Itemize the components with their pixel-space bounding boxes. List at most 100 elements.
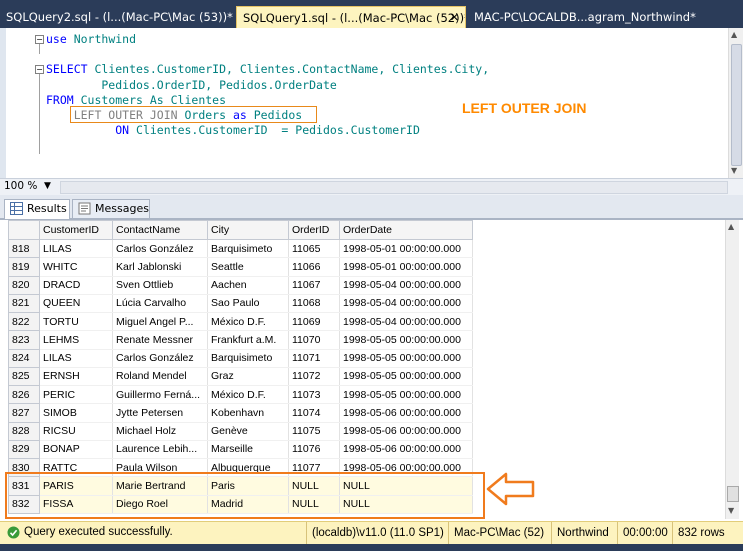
- customer-id-cell[interactable]: BONAP: [39, 440, 113, 460]
- contact-name-cell[interactable]: Karl Jablonski: [112, 257, 208, 277]
- row-number[interactable]: 827: [8, 403, 40, 423]
- customer-id-cell[interactable]: PERIC: [39, 385, 113, 405]
- tab-sqlquery2[interactable]: SQLQuery2.sql - (l...(Mac-PC\Mac (53))*: [0, 6, 234, 28]
- city-cell[interactable]: Barquisimeto: [207, 349, 289, 368]
- order-date-cell[interactable]: 1998-05-04 00:00:00.000: [339, 312, 473, 332]
- editor-horizontal-scrollbar[interactable]: [60, 181, 728, 194]
- table-row[interactable]: 825 ERNSH Roland Mendel Graz 11072 1998-05-05…: [8, 366, 473, 387]
- table-row[interactable]: 823 LEHMS Renate Messner Frankfurt a.M. 1107…: [8, 330, 473, 350]
- table-row[interactable]: 822 TORTU Miguel Angel P... México D.F. 1106…: [8, 311, 473, 332]
- order-date-cell[interactable]: 1998-05-05 00:00:00.000: [339, 385, 473, 405]
- zoom-select[interactable]: 100 % ▼: [4, 180, 58, 193]
- scroll-down-icon[interactable]: ▼: [728, 506, 734, 515]
- close-icon[interactable]: ✕: [450, 7, 459, 28]
- row-number[interactable]: 822: [8, 311, 40, 332]
- city-cell[interactable]: México D.F.: [207, 312, 289, 332]
- order-id-cell[interactable]: 11065: [288, 239, 340, 259]
- row-number[interactable]: 820: [8, 275, 40, 295]
- row-number[interactable]: 826: [8, 384, 40, 405]
- query-editor[interactable]: − − use Northwind SELECT Clientes.Custom…: [0, 28, 743, 178]
- collapse-icon[interactable]: −: [35, 35, 44, 44]
- order-id-cell[interactable]: 11074: [288, 403, 340, 423]
- chevron-down-icon[interactable]: ▼: [44, 180, 51, 193]
- customer-id-cell[interactable]: QUEEN: [39, 294, 113, 314]
- customer-id-cell[interactable]: LEHMS: [39, 330, 113, 350]
- customer-id-cell[interactable]: LILAS: [39, 349, 113, 368]
- order-id-cell[interactable]: 11066: [288, 257, 340, 277]
- city-cell[interactable]: Barquisimeto: [207, 239, 289, 259]
- order-id-cell[interactable]: 11069: [288, 312, 340, 332]
- customer-id-cell[interactable]: LILAS: [39, 239, 113, 259]
- column-header[interactable]: OrderDate: [339, 220, 473, 240]
- column-header[interactable]: OrderID: [288, 220, 340, 240]
- scroll-up-icon[interactable]: ▲: [731, 30, 737, 39]
- row-number[interactable]: 824: [8, 348, 40, 368]
- tab-sqlquery1[interactable]: SQLQuery1.sql - (l...(Mac-PC\Mac (52))* …: [236, 6, 466, 28]
- city-cell[interactable]: Frankfurt a.M.: [207, 330, 289, 350]
- editor-vertical-scrollbar[interactable]: ▲ ▼: [728, 28, 743, 178]
- column-header[interactable]: CustomerID: [39, 220, 113, 240]
- order-date-cell[interactable]: 1998-05-05 00:00:00.000: [339, 367, 473, 387]
- column-header[interactable]: ContactName: [112, 220, 208, 240]
- order-id-cell[interactable]: 11071: [288, 349, 340, 368]
- city-cell[interactable]: Aachen: [207, 276, 289, 295]
- order-id-cell[interactable]: 11067: [288, 276, 340, 295]
- grid-scroll-thumb[interactable]: [727, 486, 739, 502]
- row-number[interactable]: 818: [8, 238, 40, 259]
- order-id-cell[interactable]: 11075: [288, 422, 340, 441]
- order-date-cell[interactable]: 1998-05-01 00:00:00.000: [339, 239, 473, 259]
- customer-id-cell[interactable]: DRACD: [39, 276, 113, 295]
- table-row[interactable]: 820 DRACD Sven Ottlieb Aachen 11067 1998-05-0…: [8, 275, 473, 295]
- customer-id-cell[interactable]: RICSU: [39, 422, 113, 441]
- tab-results[interactable]: Results: [4, 199, 70, 219]
- order-id-cell[interactable]: 11073: [288, 385, 340, 405]
- city-cell[interactable]: Seattle: [207, 257, 289, 277]
- contact-name-cell[interactable]: Renate Messner: [112, 330, 208, 350]
- customer-id-cell[interactable]: ERNSH: [39, 367, 113, 387]
- city-cell[interactable]: Graz: [207, 367, 289, 387]
- row-number[interactable]: 819: [8, 257, 40, 277]
- order-date-cell[interactable]: 1998-05-04 00:00:00.000: [339, 276, 473, 295]
- column-header[interactable]: City: [207, 220, 289, 240]
- order-id-cell[interactable]: 11076: [288, 440, 340, 460]
- scroll-down-icon[interactable]: ▼: [731, 166, 737, 175]
- editor-scroll-thumb[interactable]: [731, 44, 742, 166]
- contact-name-cell[interactable]: Sven Ottlieb: [112, 276, 208, 295]
- city-cell[interactable]: Sao Paulo: [207, 294, 289, 314]
- order-date-cell[interactable]: 1998-05-06 00:00:00.000: [339, 422, 473, 441]
- row-number[interactable]: 825: [8, 366, 40, 387]
- table-row[interactable]: 829 BONAP Laurence Lebih... Marseille 11076 1…: [8, 439, 473, 460]
- table-row[interactable]: 826 PERIC Guillermo Ferná... México D.F. 110…: [8, 384, 473, 405]
- table-row[interactable]: 818 LILAS Carlos González Barquisimeto 11065…: [8, 238, 473, 259]
- order-date-cell[interactable]: 1998-05-04 00:00:00.000: [339, 294, 473, 314]
- collapse-icon[interactable]: −: [35, 65, 44, 74]
- contact-name-cell[interactable]: Jytte Petersen: [112, 403, 208, 423]
- table-row[interactable]: 819 WHITC Karl Jablonski Seattle 11066 1998-0…: [8, 257, 473, 277]
- contact-name-cell[interactable]: Lúcia Carvalho: [112, 294, 208, 314]
- grid-vertical-scrollbar[interactable]: ▲ ▼: [725, 220, 739, 519]
- table-row[interactable]: 824 LILAS Carlos González Barquisimeto 11071…: [8, 348, 473, 368]
- customer-id-cell[interactable]: SIMOB: [39, 403, 113, 423]
- table-row[interactable]: 821 QUEEN Lúcia Carvalho Sao Paulo 11068 1998…: [8, 293, 473, 314]
- contact-name-cell[interactable]: Michael Holz: [112, 422, 208, 441]
- scroll-up-icon[interactable]: ▲: [728, 222, 734, 231]
- row-number[interactable]: 829: [8, 439, 40, 460]
- contact-name-cell[interactable]: Roland Mendel: [112, 367, 208, 387]
- tab-messages[interactable]: Messages: [72, 199, 150, 218]
- customer-id-cell[interactable]: TORTU: [39, 312, 113, 332]
- customer-id-cell[interactable]: WHITC: [39, 257, 113, 277]
- contact-name-cell[interactable]: Guillermo Ferná...: [112, 385, 208, 405]
- city-cell[interactable]: Genève: [207, 422, 289, 441]
- city-cell[interactable]: México D.F.: [207, 385, 289, 405]
- row-number[interactable]: 828: [8, 421, 40, 441]
- order-id-cell[interactable]: 11070: [288, 330, 340, 350]
- contact-name-cell[interactable]: Carlos González: [112, 239, 208, 259]
- city-cell[interactable]: Kobenhavn: [207, 403, 289, 423]
- order-date-cell[interactable]: 1998-05-06 00:00:00.000: [339, 440, 473, 460]
- order-date-cell[interactable]: 1998-05-01 00:00:00.000: [339, 257, 473, 277]
- city-cell[interactable]: Marseille: [207, 440, 289, 460]
- row-number-header[interactable]: [8, 220, 40, 240]
- order-date-cell[interactable]: 1998-05-06 00:00:00.000: [339, 403, 473, 423]
- order-date-cell[interactable]: 1998-05-05 00:00:00.000: [339, 349, 473, 368]
- tab-diagram[interactable]: MAC-PC\LOCALDB...agram_Northwind*: [468, 6, 743, 28]
